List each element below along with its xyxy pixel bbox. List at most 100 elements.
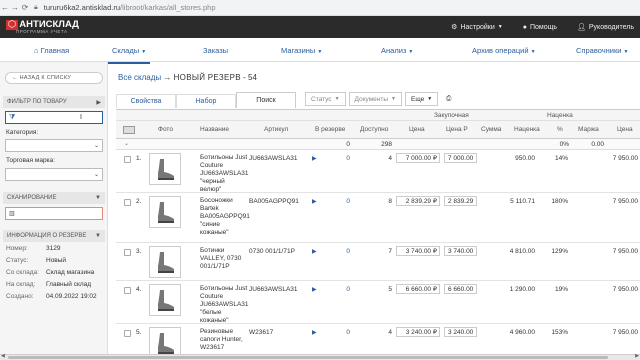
- reserve-qty[interactable]: 0: [316, 286, 350, 293]
- col-name[interactable]: Название: [200, 126, 229, 133]
- help-link[interactable]: ● Помощь: [523, 24, 557, 31]
- documents-dropdown[interactable]: Документы ▼: [348, 92, 402, 106]
- product-photo[interactable]: [149, 153, 181, 185]
- scroll-right-icon[interactable]: ▶: [635, 353, 639, 359]
- brand-select[interactable]: ⌄: [5, 168, 103, 181]
- tab-properties[interactable]: Свойства: [116, 94, 176, 108]
- info-from-store: Со склада: Склад магазина: [6, 269, 94, 276]
- category-select[interactable]: ⌄: [5, 139, 103, 152]
- row-checkbox[interactable]: [124, 330, 131, 337]
- product-sku: W23617: [249, 329, 274, 336]
- url-field[interactable]: tururu6ka2.antisklad.ru/libroot/karkas/a…: [44, 3, 216, 12]
- table-row[interactable]: 5. Резиновые сапоги Hunter, W23617 W2361…: [116, 324, 640, 354]
- col-available[interactable]: Доступно: [360, 126, 388, 133]
- scrollbar-thumb[interactable]: [8, 356, 608, 359]
- product-photo[interactable]: [149, 246, 181, 278]
- logo-subtitle: ПРОГРАММА УЧЕТА: [16, 28, 68, 34]
- menu-item-orders[interactable]: Заказы: [203, 46, 228, 55]
- documents-label: Документы: [354, 95, 389, 103]
- back-to-list-button[interactable]: ← НАЗАД К СПИСКУ: [5, 72, 103, 84]
- product-name[interactable]: Босоножки Bartek BA005AGPPQ91 "синие кож…: [200, 197, 250, 237]
- shoe-icon: [158, 290, 174, 311]
- tab-search[interactable]: Поиск: [236, 92, 296, 108]
- reserve-qty[interactable]: 0: [316, 329, 350, 336]
- col-markup[interactable]: Наценка: [514, 126, 540, 133]
- row-checkbox[interactable]: [124, 249, 131, 256]
- menu-item-analysis[interactable]: Анализ ▼: [381, 46, 413, 55]
- settings-menu[interactable]: ⚙ Настройки ▼: [451, 23, 503, 32]
- table-row[interactable]: 3. Ботинки VALLEY, 0730 001/1/71P 0730 0…: [116, 243, 640, 281]
- printer-icon: ⎙: [446, 95, 452, 102]
- col-photo[interactable]: Фото: [158, 126, 173, 133]
- totals-row: ⌄ 0 298 0% 0.00: [116, 139, 640, 150]
- col-price[interactable]: Цена: [409, 126, 425, 133]
- price-r-input[interactable]: 7 000.00: [444, 153, 477, 163]
- back-icon[interactable]: ←: [0, 3, 10, 12]
- price-input[interactable]: 3 740.00 ₽: [396, 246, 440, 256]
- col-price-r[interactable]: Цена Р: [446, 126, 468, 133]
- breadcrumb-all-stores-link[interactable]: Все склады: [118, 73, 161, 82]
- product-name[interactable]: Ботильоны Just Couture JU663AWSLA31 "чер…: [200, 154, 249, 194]
- settings-label: Настройки: [460, 23, 495, 31]
- table-row[interactable]: 1. Ботильоны Just Couture JU663AWSLA31 "…: [116, 150, 640, 193]
- product-name[interactable]: Ботинки VALLEY, 0730 001/1/71P: [200, 247, 241, 271]
- col-margin[interactable]: Маржа: [578, 126, 599, 133]
- product-name[interactable]: Ботильоны Just Couture JU663AWSLA31 "бел…: [200, 285, 249, 325]
- price-r-input[interactable]: 3 740.00: [444, 246, 477, 256]
- product-photo[interactable]: [149, 327, 181, 354]
- more-dropdown[interactable]: Еще ▼: [404, 92, 439, 106]
- help-icon: ●: [522, 23, 527, 31]
- col-retail-price[interactable]: Цена: [617, 126, 633, 133]
- barcode-input[interactable]: ▥: [5, 207, 103, 220]
- menu-item-directories[interactable]: Справочники ▼: [576, 46, 628, 55]
- info-number: Номер: 3129: [6, 245, 60, 252]
- product-photo[interactable]: [149, 196, 181, 228]
- table-row[interactable]: 2. Босоножки Bartek BA005AGPPQ91 "синие …: [116, 193, 640, 243]
- col-sum[interactable]: Сумма: [481, 126, 501, 133]
- filter-section-header[interactable]: ФИЛЬТР ПО ТОВАРУ ▶: [3, 96, 105, 108]
- menu-item-warehouses[interactable]: Склады ▼: [107, 46, 151, 64]
- scroll-left-icon[interactable]: ◀: [1, 353, 5, 359]
- reserve-qty[interactable]: 0: [316, 248, 350, 255]
- price-input[interactable]: 6 660.00 ₽: [396, 284, 440, 294]
- horizontal-scrollbar[interactable]: ◀ ▶: [0, 353, 640, 360]
- price-r-input[interactable]: 3 240.00: [444, 327, 477, 337]
- reserve-qty[interactable]: 0: [316, 198, 350, 205]
- price-r-input[interactable]: 2 839.29: [444, 196, 477, 206]
- columns-menu-icon[interactable]: [123, 126, 135, 134]
- print-button[interactable]: ⎙: [441, 92, 457, 106]
- tab-set[interactable]: Набор: [176, 94, 236, 108]
- col-sku[interactable]: Артикул: [264, 126, 288, 133]
- menu-item-home[interactable]: ⌂ Главная: [34, 46, 69, 55]
- logo[interactable]: ⬡ АНТИСКЛАД ПРОГРАММА УЧЕТА: [6, 20, 79, 34]
- product-photo[interactable]: [149, 284, 181, 316]
- price-input[interactable]: 7 000.00 ₽: [396, 153, 440, 163]
- reserve-info-section-header[interactable]: ИНФОРМАЦИЯ О РЕЗЕРВЕ ▼: [3, 230, 105, 242]
- product-sku: JU663AWSLA31: [249, 286, 298, 293]
- menu-item-archive[interactable]: Архив операций ▼: [472, 46, 536, 55]
- row-checkbox[interactable]: [124, 199, 131, 206]
- table-row[interactable]: 4. Ботильоны Just Couture JU663AWSLA31 "…: [116, 281, 640, 324]
- toolbar: Статус ▼ Документы ▼ Еще ▼ ⎙: [305, 92, 459, 106]
- reserve-qty[interactable]: 0: [316, 155, 350, 162]
- lock-icon[interactable]: 🔒︎: [34, 4, 38, 12]
- menu-item-shops[interactable]: Магазины ▼: [281, 46, 322, 55]
- chevron-down-icon: ▼: [317, 49, 323, 55]
- reload-icon[interactable]: ⟳: [20, 3, 30, 12]
- status-dropdown[interactable]: Статус ▼: [305, 92, 346, 106]
- price-input[interactable]: 3 240.00 ₽: [396, 327, 440, 337]
- user-menu[interactable]: 👤︎ Руководитель: [577, 23, 634, 32]
- product-filter-input[interactable]: ⧩ I: [5, 111, 103, 124]
- row-checkbox[interactable]: [124, 287, 131, 294]
- price-input[interactable]: 2 839.29 ₽: [396, 196, 440, 206]
- col-percent[interactable]: %: [557, 126, 563, 133]
- markup-percent: 129%: [551, 248, 568, 255]
- forward-icon[interactable]: →: [10, 3, 20, 12]
- price-r-input[interactable]: 6 660.00: [444, 284, 477, 294]
- chevron-down-icon[interactable]: ⌄: [124, 140, 129, 147]
- info-label: Создано:: [6, 293, 34, 300]
- product-name[interactable]: Резиновые сапоги Hunter, W23617: [200, 328, 243, 352]
- col-reserve[interactable]: В резерве: [315, 126, 345, 133]
- row-checkbox[interactable]: [124, 156, 131, 163]
- scan-section-header[interactable]: СКАНИРОВАНИЕ ▼: [3, 192, 105, 204]
